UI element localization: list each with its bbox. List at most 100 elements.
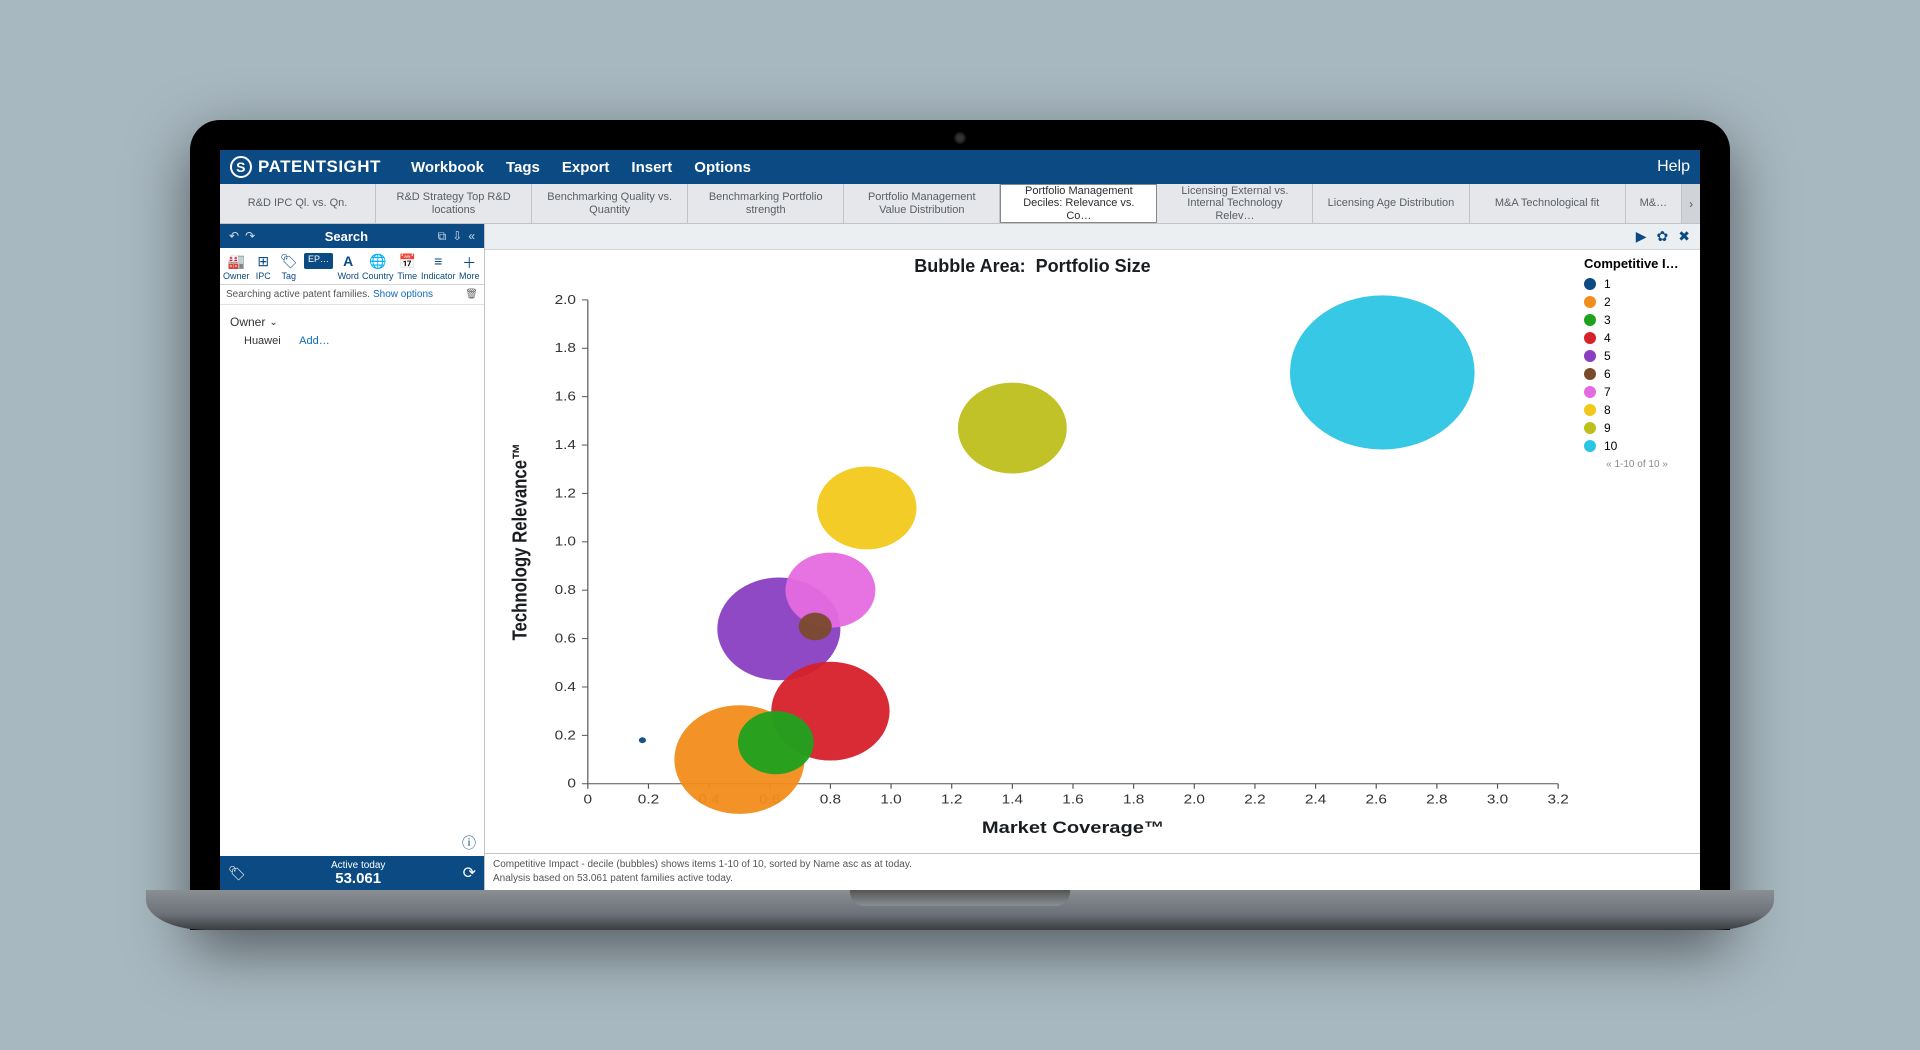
tab-licensing-ext[interactable]: Licensing External vs. Internal Technolo… [1157, 184, 1313, 223]
filter-toolbar: 🏭Owner ⊞IPC 🏷Tag EP…Number AWord 🌐Countr… [220, 248, 484, 285]
search-status-text: Searching active patent families. [226, 289, 370, 300]
owner-filter-value[interactable]: Huawei [244, 335, 281, 347]
filter-ipc[interactable]: ⊞IPC [251, 252, 276, 282]
bubble-1[interactable] [639, 737, 646, 743]
legend-item-6[interactable]: 6 [1584, 367, 1690, 381]
tab-ma-more[interactable]: M&… [1626, 184, 1683, 223]
owner-filter-add[interactable]: Add… [299, 335, 330, 347]
search-header: ↶ ↷ Search ⧉ ⇩ « [220, 224, 484, 248]
legend-item-8[interactable]: 8 [1584, 403, 1690, 417]
trash-icon[interactable]: 🗑 [465, 289, 478, 300]
collapse-icon[interactable]: « [468, 229, 475, 243]
laptop-notch [850, 890, 1070, 906]
refresh-icon[interactable]: ⟳ [463, 863, 476, 883]
link-icon[interactable]: ⇩ [452, 229, 462, 243]
brand-icon: S [230, 156, 252, 178]
menu-options[interactable]: Options [694, 159, 751, 176]
show-options-link[interactable]: Show options [373, 289, 433, 300]
globe-icon: 🌐 [369, 253, 386, 269]
legend-item-10[interactable]: 10 [1584, 439, 1690, 453]
close-icon[interactable]: ✖ [1678, 228, 1690, 245]
tab-benchmark-strength[interactable]: Benchmarking Portfolio strength [688, 184, 844, 223]
legend-item-2[interactable]: 2 [1584, 295, 1690, 309]
svg-text:0.8: 0.8 [820, 793, 842, 807]
undo-icon[interactable]: ↶ [229, 229, 239, 243]
filter-more[interactable]: ＋More [457, 252, 482, 282]
menu-export[interactable]: Export [562, 159, 610, 176]
svg-text:1.6: 1.6 [555, 390, 577, 404]
legend-dot-icon [1584, 296, 1596, 308]
bubble-7[interactable] [785, 553, 875, 628]
legend-item-4[interactable]: 4 [1584, 331, 1690, 345]
legend-item-9[interactable]: 9 [1584, 421, 1690, 435]
laptop-camera [954, 132, 966, 144]
svg-text:1.4: 1.4 [1002, 793, 1024, 807]
legend-dot-icon [1584, 278, 1596, 290]
legend-dot-icon [1584, 404, 1596, 416]
owner-filter-header[interactable]: Owner ⌄ [230, 315, 474, 329]
filter-owner[interactable]: 🏭Owner [222, 252, 251, 282]
plus-icon: ＋ [462, 253, 476, 269]
filter-tag[interactable]: 🏷Tag [276, 252, 301, 282]
footer-tag-icon[interactable]: 🏷 [228, 865, 246, 882]
brand-text: PATENTSIGHT [258, 157, 381, 177]
filter-time[interactable]: 📅Time [395, 252, 420, 282]
tab-portfolio-value[interactable]: Portfolio Management Value Distribution [844, 184, 1000, 223]
tab-rd-strategy[interactable]: R&D Strategy Top R&D locations [376, 184, 532, 223]
legend-title: Competitive I… [1584, 256, 1690, 271]
legend-label: 6 [1604, 367, 1611, 381]
info-icon[interactable]: ⓘ [454, 830, 484, 856]
tab-benchmark-quality[interactable]: Benchmarking Quality vs. Quantity [532, 184, 688, 223]
svg-text:1.2: 1.2 [555, 487, 577, 501]
sidebar-footer: 🏷 Active today 53.061 ⟳ [220, 856, 484, 890]
legend-item-5[interactable]: 5 [1584, 349, 1690, 363]
tabs-scroll-right[interactable]: › [1682, 184, 1700, 223]
svg-text:1.6: 1.6 [1062, 793, 1084, 807]
main-area: ▶ ✿ ✖ Bubble Area: Portfolio Size 00.20.… [485, 224, 1700, 890]
legend-item-7[interactable]: 7 [1584, 385, 1690, 399]
legend-label: 10 [1604, 439, 1617, 453]
svg-text:2.4: 2.4 [1305, 793, 1327, 807]
menu-help[interactable]: Help [1657, 158, 1690, 176]
filter-indicator[interactable]: ≡Indicator [420, 252, 457, 282]
grid-icon: ⊞ [257, 253, 269, 269]
filter-word[interactable]: AWord [336, 252, 361, 282]
chart-area: Bubble Area: Portfolio Size 00.20.40.60.… [485, 250, 1580, 853]
gear-icon[interactable]: ✿ [1657, 228, 1669, 245]
svg-text:0: 0 [567, 777, 576, 791]
redo-icon[interactable]: ↷ [245, 229, 255, 243]
play-icon[interactable]: ▶ [1636, 228, 1647, 245]
legend-dot-icon [1584, 422, 1596, 434]
tab-ma-fit[interactable]: M&A Technological fit [1470, 184, 1626, 223]
filter-country[interactable]: 🌐Country [361, 252, 395, 282]
bubble-10[interactable] [1290, 295, 1475, 449]
active-today-label: Active today [254, 861, 463, 871]
svg-text:Technology Relevance™: Technology Relevance™ [508, 443, 531, 640]
tab-rd-ipc[interactable]: R&D IPC Ql. vs. Qn. [220, 184, 376, 223]
menu-workbook[interactable]: Workbook [411, 159, 484, 176]
legend-item-1[interactable]: 1 [1584, 277, 1690, 291]
copy-icon[interactable]: ⧉ [438, 229, 447, 244]
bubble-3[interactable] [738, 711, 814, 774]
tab-licensing-age[interactable]: Licensing Age Distribution [1313, 184, 1469, 223]
legend-dot-icon [1584, 440, 1596, 452]
bubble-9[interactable] [958, 383, 1067, 474]
calendar-icon: 📅 [399, 253, 416, 269]
menu-tags[interactable]: Tags [506, 159, 540, 176]
workflow-tabs: R&D IPC Ql. vs. Qn. R&D Strategy Top R&D… [220, 184, 1700, 224]
chevron-down-icon: ⌄ [269, 317, 277, 328]
svg-text:0.8: 0.8 [555, 583, 577, 597]
sidebar: ↶ ↷ Search ⧉ ⇩ « 🏭Owner ⊞IPC 🏷Tag EP…Num… [220, 224, 485, 890]
legend-label: 4 [1604, 331, 1611, 345]
menu-insert[interactable]: Insert [631, 159, 672, 176]
app-screen: S PATENTSIGHT Workbook Tags Export Inser… [220, 150, 1700, 890]
bubble-8[interactable] [817, 466, 916, 549]
tab-portfolio-deciles[interactable]: Portfolio Management Deciles: Relevance … [1000, 184, 1157, 223]
bubble-6[interactable] [799, 613, 832, 641]
svg-text:2.8: 2.8 [1426, 793, 1448, 807]
legend-item-3[interactable]: 3 [1584, 313, 1690, 327]
word-icon: A [343, 253, 353, 269]
filter-number[interactable]: EP…Number [301, 252, 335, 282]
legend-label: 8 [1604, 403, 1611, 417]
bubble-chart[interactable]: 00.20.40.60.81.01.21.41.61.82.02.22.42.6… [505, 290, 1570, 843]
